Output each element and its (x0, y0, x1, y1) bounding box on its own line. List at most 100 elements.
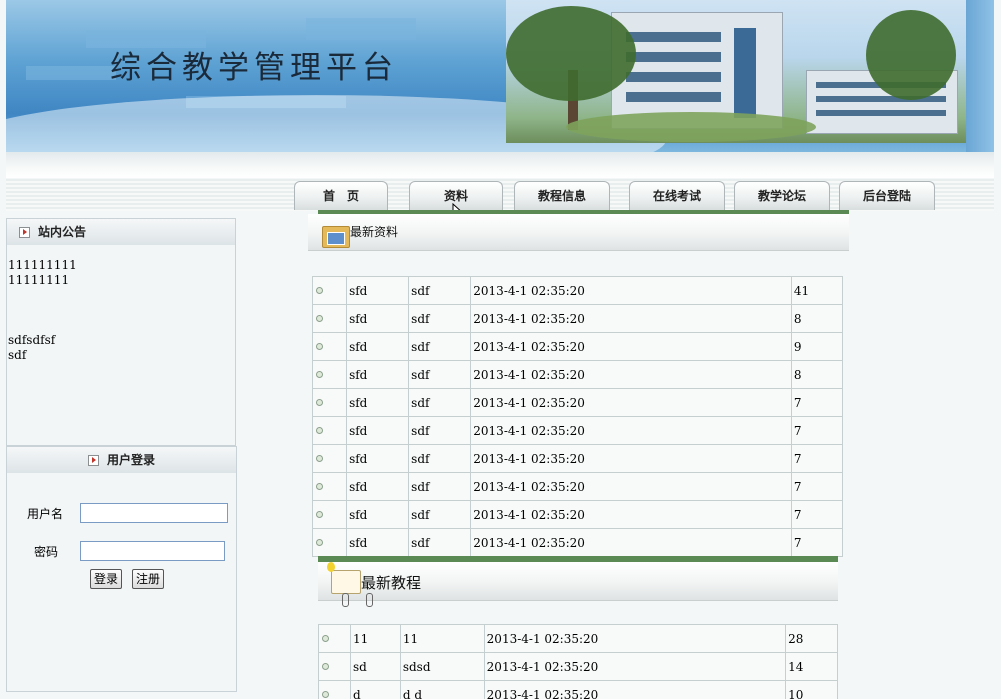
bullet-icon (316, 426, 323, 434)
login-header: 用户登录 (7, 447, 236, 473)
table-row: sd sdsd 2013-4-1 02:35:20 14 (318, 652, 838, 681)
clip-icon (366, 593, 373, 607)
bullet-icon (316, 342, 323, 350)
material-date: 2013-4-1 02:35:20 (470, 528, 792, 557)
material-name[interactable]: sfd (346, 444, 410, 473)
row-bullet (318, 652, 351, 681)
tutorial-author: sdsd (399, 652, 485, 681)
material-name[interactable]: sfd (346, 304, 410, 333)
shrubs (566, 112, 816, 142)
nav-tab-home[interactable]: 首 页 (294, 181, 388, 210)
notice-title: 站内公告 (38, 225, 87, 239)
tutorial-name[interactable]: d (349, 680, 401, 699)
notice-body: 111111111 11111111 sdfsdfsf sdf (7, 258, 235, 363)
notice-header: 站内公告 (7, 219, 235, 245)
password-input[interactable] (80, 541, 225, 561)
tutorials-table: 11 11 2013-4-1 02:35:20 28 sd sdsd 2013-… (318, 624, 838, 699)
material-name[interactable]: sfd (346, 528, 410, 557)
bullet-icon (316, 286, 323, 294)
nav-tab-admin-login[interactable]: 后台登陆 (839, 181, 935, 210)
notice-line: sdf (8, 348, 27, 362)
clip-icon (342, 593, 349, 607)
campus-photo (506, 0, 966, 143)
table-row: sfd sdf 2013-4-1 02:35:20 7 (311, 472, 844, 501)
arrow-icon (19, 227, 30, 238)
materials-table: sfd sdf 2013-4-1 02:35:20 41 sfd sdf 201… (311, 276, 844, 557)
material-count: 7 (790, 388, 844, 417)
material-date: 2013-4-1 02:35:20 (470, 332, 792, 361)
table-row: sfd sdf 2013-4-1 02:35:20 8 (311, 360, 844, 389)
row-bullet (311, 276, 348, 305)
tutorials-title: 最新教程 (361, 574, 422, 592)
tutorial-count: 14 (785, 652, 838, 681)
material-author: sdf (408, 472, 472, 501)
material-author: sdf (408, 360, 472, 389)
site-banner: 综合教学管理平台 (6, 0, 994, 152)
nav-tab-forum[interactable]: 教学论坛 (734, 181, 830, 210)
material-count: 8 (790, 304, 844, 333)
material-name[interactable]: sfd (346, 360, 410, 389)
material-name[interactable]: sfd (346, 416, 410, 445)
nav-tab-tutorials[interactable]: 教程信息 (514, 181, 610, 210)
material-date: 2013-4-1 02:35:20 (470, 360, 792, 389)
table-row: sfd sdf 2013-4-1 02:35:20 41 (311, 276, 844, 305)
banner-edge (966, 0, 994, 152)
tutorials-table-wrap: 11 11 2013-4-1 02:35:20 28 sd sdsd 2013-… (318, 624, 838, 699)
row-bullet (311, 444, 348, 473)
tutorial-date: 2013-4-1 02:35:20 (483, 652, 787, 681)
password-label: 密码 (34, 545, 59, 559)
material-name[interactable]: sfd (346, 388, 410, 417)
tutorial-date: 2013-4-1 02:35:20 (483, 680, 787, 699)
material-author: sdf (408, 416, 472, 445)
row-bullet (311, 416, 348, 445)
row-bullet (311, 304, 348, 333)
register-button[interactable]: 注册 (132, 569, 165, 589)
bullet-icon (316, 454, 323, 462)
table-row: sfd sdf 2013-4-1 02:35:20 7 (311, 528, 844, 557)
tree (866, 10, 956, 100)
material-name[interactable]: sfd (346, 472, 410, 501)
nav-tab-online-exam[interactable]: 在线考试 (629, 181, 725, 210)
row-bullet (311, 472, 348, 501)
material-count: 7 (790, 416, 844, 445)
folder-icon (322, 226, 350, 248)
tutorial-count: 28 (785, 624, 838, 653)
username-input[interactable] (80, 503, 228, 523)
table-row: sfd sdf 2013-4-1 02:35:20 7 (311, 416, 844, 445)
material-count: 7 (790, 472, 844, 501)
bullet-icon (322, 690, 329, 698)
arrow-icon (87, 455, 99, 466)
row-bullet (311, 388, 348, 417)
material-date: 2013-4-1 02:35:20 (470, 276, 792, 305)
building-window (626, 72, 721, 82)
tutorial-name[interactable]: sd (349, 652, 401, 681)
building-window (626, 92, 721, 102)
row-bullet (318, 680, 351, 699)
tree (506, 6, 636, 101)
table-row: sfd sdf 2013-4-1 02:35:20 7 (311, 388, 844, 417)
notice-line: sdfsdfsf (8, 333, 56, 347)
notice-line (8, 288, 235, 303)
material-name[interactable]: sfd (346, 276, 410, 305)
material-count: 9 (790, 332, 844, 361)
bullet-icon (316, 398, 323, 406)
material-author: sdf (408, 332, 472, 361)
material-count: 41 (790, 276, 844, 305)
site-title: 综合教学管理平台 (110, 50, 398, 86)
tutorial-author: 11 (399, 624, 485, 653)
banner-decor (26, 66, 116, 80)
banner-decor (306, 18, 416, 40)
tutorial-name[interactable]: 11 (349, 624, 401, 653)
row-bullet (311, 528, 348, 557)
material-name[interactable]: sfd (346, 500, 410, 529)
material-date: 2013-4-1 02:35:20 (470, 416, 792, 445)
bullet-icon (322, 634, 329, 642)
notice-line: 111111111 (8, 258, 77, 272)
bullet-icon (316, 510, 323, 518)
material-date: 2013-4-1 02:35:20 (470, 304, 792, 333)
material-name[interactable]: sfd (346, 332, 410, 361)
building-glass (734, 28, 756, 118)
login-button[interactable]: 登录 (90, 569, 123, 589)
table-row: d d d 2013-4-1 02:35:20 10 (318, 680, 838, 699)
building-window (626, 52, 721, 62)
